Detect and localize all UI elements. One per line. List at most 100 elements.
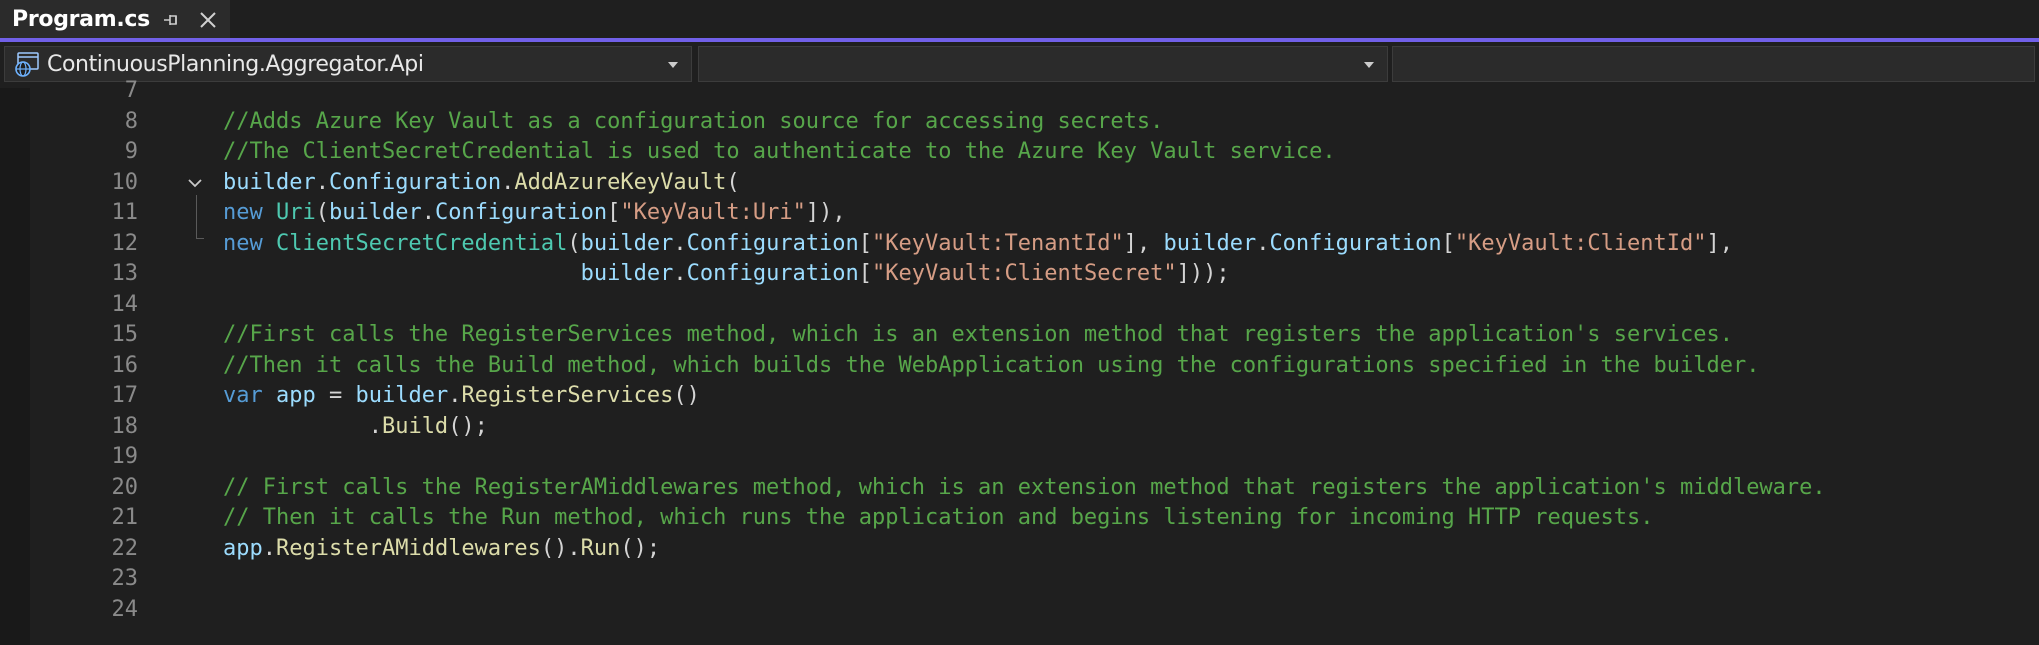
line-number: 14: [111, 291, 139, 317]
code-token: .: [448, 383, 462, 408]
code-token: // Then it calls the Run method, which r…: [223, 505, 1654, 530]
code-token: [: [858, 230, 873, 256]
close-icon[interactable]: [196, 8, 220, 32]
code-line[interactable]: 21 // Then it calls the Run method, which…: [0, 503, 2039, 534]
code-line[interactable]: 7: [0, 76, 2039, 107]
collapse-chevron-icon[interactable]: [187, 177, 203, 189]
code-token: Configuration: [434, 200, 608, 225]
code-token: ().: [540, 535, 581, 561]
line-number: 10: [111, 169, 139, 195]
code-token: ]),: [805, 200, 846, 225]
code-line[interactable]: 11 new Uri(builder.Configuration["KeyVaul…: [0, 198, 2039, 229]
code-line[interactable]: 18 .Build();: [0, 412, 2039, 443]
code-token: Run: [580, 535, 621, 561]
code-token: AddAzureKeyVault: [514, 169, 727, 195]
code-text: builder.Configuration.AddAzureKeyVault(: [223, 168, 740, 199]
line-number: 8: [124, 108, 138, 134]
code-token: RegisterServices: [461, 383, 674, 408]
code-token: ();: [448, 413, 488, 439]
code-line[interactable]: 19: [0, 442, 2039, 473]
code-token: var: [223, 383, 276, 408]
code-line[interactable]: 16 //Then it calls the Build method, whic…: [0, 351, 2039, 382]
line-number: 22: [111, 535, 139, 561]
code-line[interactable]: 8 //Adds Azure Key Vault as a configurati…: [0, 107, 2039, 138]
code-line[interactable]: 22 app.RegisterAMiddlewares().Run();: [0, 534, 2039, 565]
code-text: // Then it calls the Run method, which r…: [223, 503, 1653, 534]
code-line[interactable]: 13 builder.Configuration["KeyVault:Clien…: [0, 259, 2039, 290]
code-token: .: [315, 169, 329, 195]
code-token: Configuration: [328, 169, 502, 195]
code-token: (: [567, 230, 581, 256]
line-number: 19: [111, 444, 139, 469]
code-token: Uri: [275, 200, 316, 225]
code-token: Build: [381, 413, 449, 439]
code-text: app.RegisterAMiddlewares().Run();: [223, 534, 660, 565]
code-token: =: [315, 383, 356, 408]
line-number: 11: [111, 200, 139, 225]
line-number: 17: [111, 383, 139, 408]
code-token: ],: [1123, 230, 1164, 256]
code-line[interactable]: 20 // First calls the RegisterAMiddleware…: [0, 473, 2039, 504]
pin-icon[interactable]: [160, 9, 182, 31]
code-text: //The ClientSecretCredential is used to …: [223, 137, 1336, 168]
code-line[interactable]: 14: [0, 290, 2039, 321]
code-token: Configuration: [686, 230, 859, 256]
code-token: //First calls the RegisterServices metho…: [223, 322, 1733, 347]
code-token: app: [223, 535, 263, 561]
line-number: 23: [111, 566, 139, 591]
line-number: 12: [111, 230, 139, 256]
code-token: .: [262, 535, 276, 561]
code-line[interactable]: 24: [0, 595, 2039, 626]
project-label: ContinuousPlanning.Aggregator.Api: [47, 51, 424, 77]
code-line[interactable]: 17 var app = builder.RegisterServices(): [0, 381, 2039, 412]
code-token: .: [421, 200, 435, 225]
line-number: 20: [111, 474, 139, 500]
line-number: 13: [111, 261, 139, 286]
code-token: ();: [620, 535, 661, 561]
code-token: (): [673, 383, 700, 408]
code-token: "KeyVault:Uri": [620, 200, 806, 225]
code-text: new ClientSecretCredential(builder.Confi…: [223, 229, 1733, 260]
line-number: 9: [124, 139, 138, 164]
code-text: var app = builder.RegisterServices(): [223, 381, 700, 412]
code-line[interactable]: 9 //The ClientSecretCredential is used to…: [0, 137, 2039, 168]
code-token: [: [607, 200, 621, 225]
code-token: builder: [1163, 230, 1257, 256]
code-line[interactable]: 15 //First calls the RegisterServices met…: [0, 320, 2039, 351]
code-token: .: [223, 413, 382, 439]
code-text: // First calls the RegisterAMiddlewares …: [223, 473, 1826, 504]
code-text: builder.Configuration["KeyVault:ClientSe…: [223, 259, 1230, 290]
code-token: new: [223, 200, 276, 225]
code-token: ]));: [1176, 261, 1230, 286]
code-token: builder: [355, 383, 449, 408]
code-token: (: [726, 169, 740, 195]
line-number: 21: [111, 505, 139, 530]
code-token: "KeyVault:ClientId": [1454, 230, 1707, 256]
code-token: //The ClientSecretCredential is used to …: [223, 139, 1336, 164]
code-editor[interactable]: 7 8 //Adds Azure Key Vault as a configurat…: [0, 78, 2039, 645]
code-line[interactable]: 10 builder.Configuration.AddAzureKeyVault…: [0, 168, 2039, 199]
chevron-down-icon: [668, 62, 678, 68]
code-token: .: [501, 169, 515, 195]
code-token: .: [673, 230, 687, 256]
line-number: 15: [111, 322, 139, 347]
code-line[interactable]: 23: [0, 564, 2039, 595]
code-token: builder: [223, 169, 316, 195]
code-token: "KeyVault:ClientSecret": [872, 261, 1177, 286]
code-token: // First calls the RegisterAMiddlewares …: [223, 474, 1826, 500]
code-token: //Then it calls the Build method, which …: [223, 352, 1760, 378]
code-token: Configuration: [1269, 230, 1442, 256]
code-text: .Build();: [223, 412, 488, 443]
line-number: 24: [111, 596, 139, 622]
tab-program-cs[interactable]: Program.cs: [0, 0, 230, 38]
globe-project-icon: [15, 52, 39, 77]
code-line[interactable]: 12 new ClientSecretCredential(builder.Con…: [0, 229, 2039, 260]
code-text: //First calls the RegisterServices metho…: [223, 320, 1733, 351]
code-token: [: [1441, 230, 1455, 256]
code-token: builder: [580, 261, 674, 286]
line-number: 7: [124, 78, 138, 103]
code-token: app: [275, 383, 316, 408]
code-text: new Uri(builder.Configuration["KeyVault:…: [223, 198, 846, 229]
code-token: new: [223, 230, 276, 256]
